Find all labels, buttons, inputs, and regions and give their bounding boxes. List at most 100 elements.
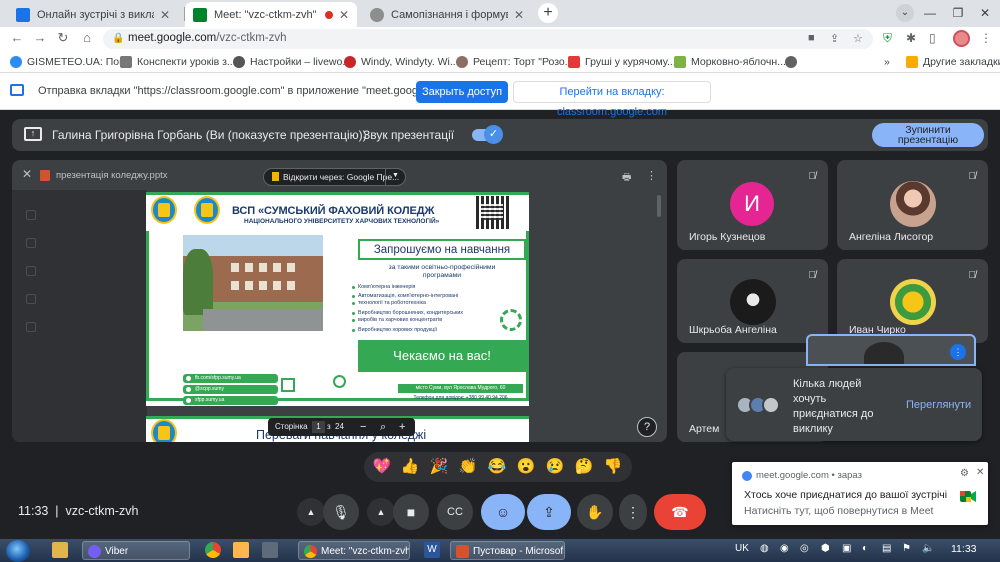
reload-icon[interactable]: ↻	[54, 30, 72, 46]
bookmark-item[interactable]: Windy, Windyty. Wi...	[344, 54, 459, 70]
help-icon[interactable]: ?	[637, 417, 657, 437]
microphone-button[interactable]: 🎙	[323, 494, 359, 530]
page-number-input[interactable]: 1	[312, 421, 325, 433]
close-window-button[interactable]: ✕	[970, 0, 1000, 27]
home-icon[interactable]: ⌂	[78, 30, 96, 45]
other-bookmarks[interactable]: Другие закладки	[906, 54, 1000, 70]
reaction-clap[interactable]: 👏	[456, 456, 480, 478]
address-bar[interactable]: 🔒 meet.google.com/vzc-ctkm-zvh ■ ⇪ ☆	[103, 29, 873, 49]
explorer-icon[interactable]	[52, 542, 68, 558]
star-icon[interactable]: ☆	[853, 32, 863, 45]
taskbar-powerpoint[interactable]: Пустовар - Microsof...	[450, 541, 565, 560]
minimize-button[interactable]: —	[915, 0, 945, 27]
app-icon[interactable]	[262, 542, 278, 558]
reaction-thinking[interactable]: 🤔	[572, 456, 596, 478]
close-icon[interactable]: ✕	[514, 8, 524, 22]
flag-icon[interactable]: ⚑	[902, 543, 911, 554]
camera-icon[interactable]: ■	[808, 32, 815, 44]
mic-options-chevron-up-icon[interactable]: ▲	[297, 498, 325, 526]
zoom-out-icon[interactable]: −	[360, 418, 366, 436]
participant-tile[interactable]: 🎙̸ Иван Чирко	[837, 259, 988, 343]
menu-icon[interactable]: ⋮	[980, 31, 992, 45]
close-icon[interactable]: ✕	[339, 8, 349, 22]
close-icon[interactable]: ✕	[22, 167, 32, 181]
bookmark-item[interactable]: Конспекти уроків з...	[120, 54, 236, 70]
reaction-thumbs-down[interactable]: 👎	[601, 456, 625, 478]
tray-icon[interactable]: ⬢	[821, 543, 830, 554]
bookmark-item[interactable]: Морковно-яблочн...	[674, 54, 786, 70]
back-icon[interactable]: ←	[8, 30, 26, 45]
raise-hand-button[interactable]: ✋	[577, 494, 613, 530]
tray-icon[interactable]: ▣	[842, 543, 851, 554]
reaction-laugh[interactable]: 😂	[485, 456, 509, 478]
captions-button[interactable]: CC	[437, 494, 473, 530]
close-icon[interactable]: ✕	[976, 467, 984, 478]
start-button[interactable]	[6, 540, 30, 562]
tray-icon[interactable]: ◍	[760, 543, 769, 554]
view-requests-link[interactable]: Переглянути	[906, 399, 971, 411]
avatar[interactable]	[953, 30, 970, 47]
meet-icon	[960, 491, 976, 502]
network-icon[interactable]: ▤	[882, 543, 891, 554]
reaction-sad[interactable]: 😢	[543, 456, 567, 478]
gear-icon[interactable]: ⚙	[960, 468, 969, 479]
leave-call-button[interactable]: ☎	[654, 494, 706, 530]
stop-sharing-button[interactable]: Закрыть доступ	[416, 81, 508, 103]
participant-tile[interactable]: 🎙̸ Ангеліна Лисогор	[837, 160, 988, 250]
tray-icon[interactable]: ◉	[780, 543, 789, 554]
bookmark-item[interactable]: Груші у курячому...	[568, 54, 676, 70]
tray-icon[interactable]: ◐	[862, 543, 868, 554]
bookmarks-overflow-icon[interactable]: »	[884, 54, 890, 70]
volume-icon[interactable]: 🔈	[922, 543, 934, 554]
tab-meet[interactable]: Meet: "vzc-ctkm-zvh" ✕	[185, 2, 357, 27]
self-video-tile[interactable]: ⋮	[806, 334, 976, 366]
stop-presenting-button[interactable]: Зупинити презентацію	[872, 123, 984, 147]
more-icon[interactable]: ⋮	[646, 169, 657, 182]
bookmark-item[interactable]: Настройки – livewo...	[233, 54, 351, 70]
reaction-thumbs-up[interactable]: 👍	[398, 456, 422, 478]
present-now-button[interactable]: ⇪	[527, 494, 571, 530]
tab-classroom[interactable]: Онлайн зустрічі з викладачами ✕	[8, 2, 178, 27]
tab-article[interactable]: Самопізнання і формування осо ✕	[362, 2, 532, 27]
tab-search-icon[interactable]: ⌄	[896, 4, 914, 22]
taskbar-viber[interactable]: Viber	[82, 541, 190, 560]
sidepanel-icon[interactable]: ▯	[929, 31, 936, 45]
forward-icon[interactable]: →	[31, 30, 49, 45]
maximize-button[interactable]: ❐	[943, 0, 973, 27]
reaction-surprise[interactable]: 😮	[514, 456, 538, 478]
camera-button[interactable]: ■	[393, 494, 429, 530]
word-icon[interactable]: W	[424, 542, 440, 558]
emoji-button[interactable]: ☺	[481, 494, 525, 530]
extensions-icon[interactable]: ✱	[906, 31, 916, 45]
language-indicator[interactable]: UK	[735, 543, 749, 554]
zoom-in-icon[interactable]: +	[399, 418, 405, 436]
share-icon[interactable]: ⇪	[830, 32, 839, 45]
close-icon[interactable]: ✕	[160, 8, 170, 22]
participant-tile[interactable]: 🎙̸ Шкрьоба Ангеліна	[677, 259, 828, 343]
new-tab-button[interactable]: +	[538, 3, 558, 23]
clock[interactable]: 11:33	[951, 543, 977, 555]
chrome-icon[interactable]	[205, 542, 221, 558]
zoom-icon[interactable]: ⌕	[380, 418, 386, 436]
presentation-sound-toggle[interactable]: ✓	[472, 125, 503, 144]
program-item: Виробництво хорових продукції	[351, 327, 438, 333]
participant-tile[interactable]: 🎙̸ И Игорь Кузнецов	[677, 160, 828, 250]
chevron-down-icon[interactable]: ▼	[385, 168, 405, 186]
chrome-notification[interactable]: meet.google.com • зараз ⚙ ✕ Хтось хоче п…	[732, 462, 988, 525]
tray-icon[interactable]: ◎	[800, 543, 809, 554]
reaction-heart[interactable]: 💖	[370, 456, 394, 478]
paint-icon[interactable]	[233, 542, 249, 558]
taskbar-meet[interactable]: Meet: "vzc-ctkm-zvh...	[298, 541, 410, 560]
bookmark-item[interactable]: Рецепт: Торт "Розо...	[456, 54, 574, 70]
print-icon[interactable]: 🖶	[622, 170, 631, 187]
scrollbar[interactable]	[657, 195, 661, 217]
switch-tab-button[interactable]: Перейти на вкладку: classroom.google.com	[513, 81, 711, 118]
more-options-button[interactable]: ⋮	[619, 494, 647, 530]
shield-icon[interactable]: ⛨	[883, 31, 892, 46]
open-with-button[interactable]: Відкрити через: Google Пре... ▼	[263, 168, 406, 186]
bookmark-item[interactable]	[785, 54, 802, 70]
bookmark-item[interactable]: GISMETEO.UA: Пог...	[10, 54, 130, 70]
reaction-party[interactable]: 🎉	[427, 456, 451, 478]
phone: Телефон для довідок: +380 99 40 94 206	[413, 395, 508, 401]
camera-options-chevron-up-icon[interactable]: ▲	[367, 498, 395, 526]
